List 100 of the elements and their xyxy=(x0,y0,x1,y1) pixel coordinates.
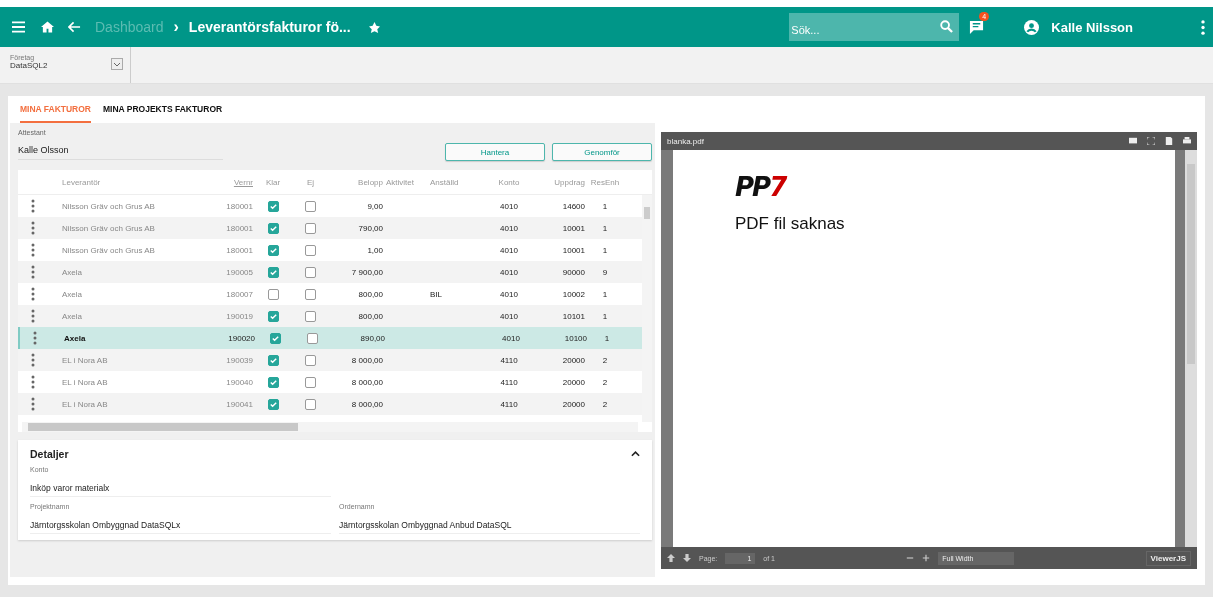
row-menu-icon[interactable] xyxy=(31,309,35,323)
table-cell-text: EL i Nora AB xyxy=(61,377,109,387)
table-row[interactable]: Axela 180007 800,00 BIL 4010 10002 1 xyxy=(18,283,642,305)
chat-icon[interactable] xyxy=(969,19,985,35)
action-button[interactable]: Genomför xyxy=(552,143,652,161)
checkbox[interactable] xyxy=(305,288,316,300)
table-cell-text: 1 xyxy=(603,333,611,343)
table-cell: BIL xyxy=(430,289,442,299)
table-row[interactable]: EL i Nora AB 190039 8 000,00 4110 20000 2 xyxy=(18,349,642,371)
column-header: Belopp xyxy=(357,177,383,187)
table-row[interactable]: Axela 190019 800,00 4010 10101 1 xyxy=(18,305,642,327)
user-name[interactable]: Kalle Nilsson xyxy=(1051,19,1133,35)
user-avatar-icon[interactable] xyxy=(1024,19,1040,35)
table-cell-text: 10101 xyxy=(561,311,585,321)
table-cell-text: 180001 xyxy=(225,245,253,255)
checkbox[interactable] xyxy=(267,222,279,234)
vertical-scrollbar[interactable] xyxy=(1185,150,1197,547)
table-cell-text: 190019 xyxy=(225,311,253,321)
table-row[interactable]: Nilsson Gräv och Grus AB 180001 1,00 4010 10001 1 xyxy=(18,239,642,261)
attestant-field[interactable]: Kalle Olsson xyxy=(18,144,223,160)
table-cell-text: 9 xyxy=(601,267,609,277)
horizontal-scrollbar[interactable] xyxy=(22,422,638,432)
table-cell-text: 10001 xyxy=(561,223,585,233)
checkbox[interactable] xyxy=(305,222,316,234)
checkbox[interactable] xyxy=(267,398,279,410)
column-header: Konto xyxy=(497,177,521,187)
row-menu-icon[interactable] xyxy=(31,353,35,367)
checkbox[interactable] xyxy=(307,332,318,344)
checkbox[interactable] xyxy=(267,244,279,256)
table-cell-text: 4010 xyxy=(499,289,519,299)
checkbox[interactable] xyxy=(267,376,279,388)
search-icon[interactable] xyxy=(940,20,954,33)
checkbox[interactable] xyxy=(305,200,316,212)
checkbox[interactable] xyxy=(305,244,316,256)
row-menu-icon[interactable] xyxy=(31,375,35,389)
row-menu-icon[interactable] xyxy=(31,265,35,279)
menu-icon[interactable] xyxy=(12,21,25,33)
presentation-icon[interactable] xyxy=(1129,137,1137,145)
table-cell-text: 9,00 xyxy=(366,201,383,211)
down-arrow-icon[interactable] xyxy=(683,554,691,562)
row-menu-icon[interactable] xyxy=(31,221,35,235)
column-header: Ej xyxy=(305,177,316,187)
table-cell-text: 10100 xyxy=(563,333,587,343)
home-icon[interactable] xyxy=(41,21,54,33)
dropdown-caret-icon[interactable] xyxy=(111,57,123,70)
more-icon[interactable] xyxy=(1201,19,1205,35)
table-cell-text: 1 xyxy=(601,289,609,299)
text-field[interactable]: Inköp varor materialx xyxy=(30,483,331,497)
text-field[interactable]: Järntorgsskolan Ombyggnad DataSQLx xyxy=(30,520,331,534)
pin-icon[interactable] xyxy=(368,21,380,33)
table-cell-text: 4110 xyxy=(499,399,519,409)
table-row[interactable]: Axela 190005 7 900,00 4010 90000 9 xyxy=(18,261,642,283)
checkbox[interactable] xyxy=(305,376,316,388)
column-header: Anställd xyxy=(429,177,460,187)
fullscreen-icon[interactable] xyxy=(1147,137,1155,145)
viewer-brand-link[interactable]: ViewerJS xyxy=(1145,550,1191,566)
table-cell-text: 2 xyxy=(601,399,609,409)
checkbox[interactable] xyxy=(305,354,316,366)
company-dropdown[interactable]: DataSQL2 xyxy=(10,61,48,70)
up-arrow-icon[interactable] xyxy=(667,554,675,562)
checkbox[interactable] xyxy=(267,266,279,278)
row-menu-icon[interactable] xyxy=(33,331,37,345)
table-row[interactable]: Nilsson Gräv och Grus AB 180001 9,00 4010 14600 1 xyxy=(18,195,642,217)
checkbox[interactable] xyxy=(267,200,279,212)
tab[interactable]: MINA PROJEKTS FAKTUROR xyxy=(103,104,223,121)
checkbox[interactable] xyxy=(305,398,316,410)
table-row[interactable]: EL i Nora AB 190040 8 000,00 4110 20000 2 xyxy=(18,371,642,393)
row-menu-icon[interactable] xyxy=(31,287,35,301)
chevron-icon[interactable] xyxy=(631,451,640,457)
table-row[interactable]: EL i Nora AB 190041 8 000,00 4110 20000 2 xyxy=(18,393,642,415)
checkbox[interactable] xyxy=(269,332,281,344)
table-cell-text: 10002 xyxy=(561,289,585,299)
back-arrow-icon[interactable] xyxy=(68,21,81,33)
checkbox[interactable] xyxy=(267,310,279,322)
vertical-scrollbar[interactable] xyxy=(642,195,652,422)
file-name: blanka.pdf xyxy=(667,136,704,146)
checkbox[interactable] xyxy=(305,266,316,278)
table-cell-text: 180001 xyxy=(225,201,253,211)
row-menu-icon[interactable] xyxy=(31,199,35,213)
checkbox[interactable] xyxy=(267,354,279,366)
row-menu-icon[interactable] xyxy=(31,397,35,411)
table-row[interactable]: Axela 190020 890,00 4010 10100 1 xyxy=(18,327,642,349)
column-header: Klar xyxy=(264,177,282,187)
print-icon[interactable] xyxy=(1183,137,1191,145)
text-field[interactable]: Järntorgsskolan Ombyggnad Anbud DataSQL xyxy=(339,520,640,534)
table-cell-text: 190041 xyxy=(225,399,253,409)
zoom-in-icon[interactable] xyxy=(922,554,931,562)
action-button[interactable]: Hantera xyxy=(445,143,545,161)
row-menu-icon[interactable] xyxy=(31,243,35,257)
checkbox[interactable] xyxy=(267,288,279,300)
search-field[interactable]: Sök... xyxy=(789,13,960,41)
download-icon[interactable] xyxy=(1165,137,1173,145)
table-cell-text: 1,00 xyxy=(366,245,383,255)
table-cell-text: 4010 xyxy=(499,245,519,255)
table-cell-text: 8 000,00 xyxy=(350,377,383,387)
checkbox[interactable] xyxy=(305,310,316,322)
zoom-out-icon[interactable] xyxy=(906,554,915,562)
table-cell-text: 4010 xyxy=(499,223,519,233)
table-row[interactable]: Nilsson Gräv och Grus AB 180001 790,00 4010 10001 1 xyxy=(18,217,642,239)
table-cell-text: 90000 xyxy=(561,267,585,277)
